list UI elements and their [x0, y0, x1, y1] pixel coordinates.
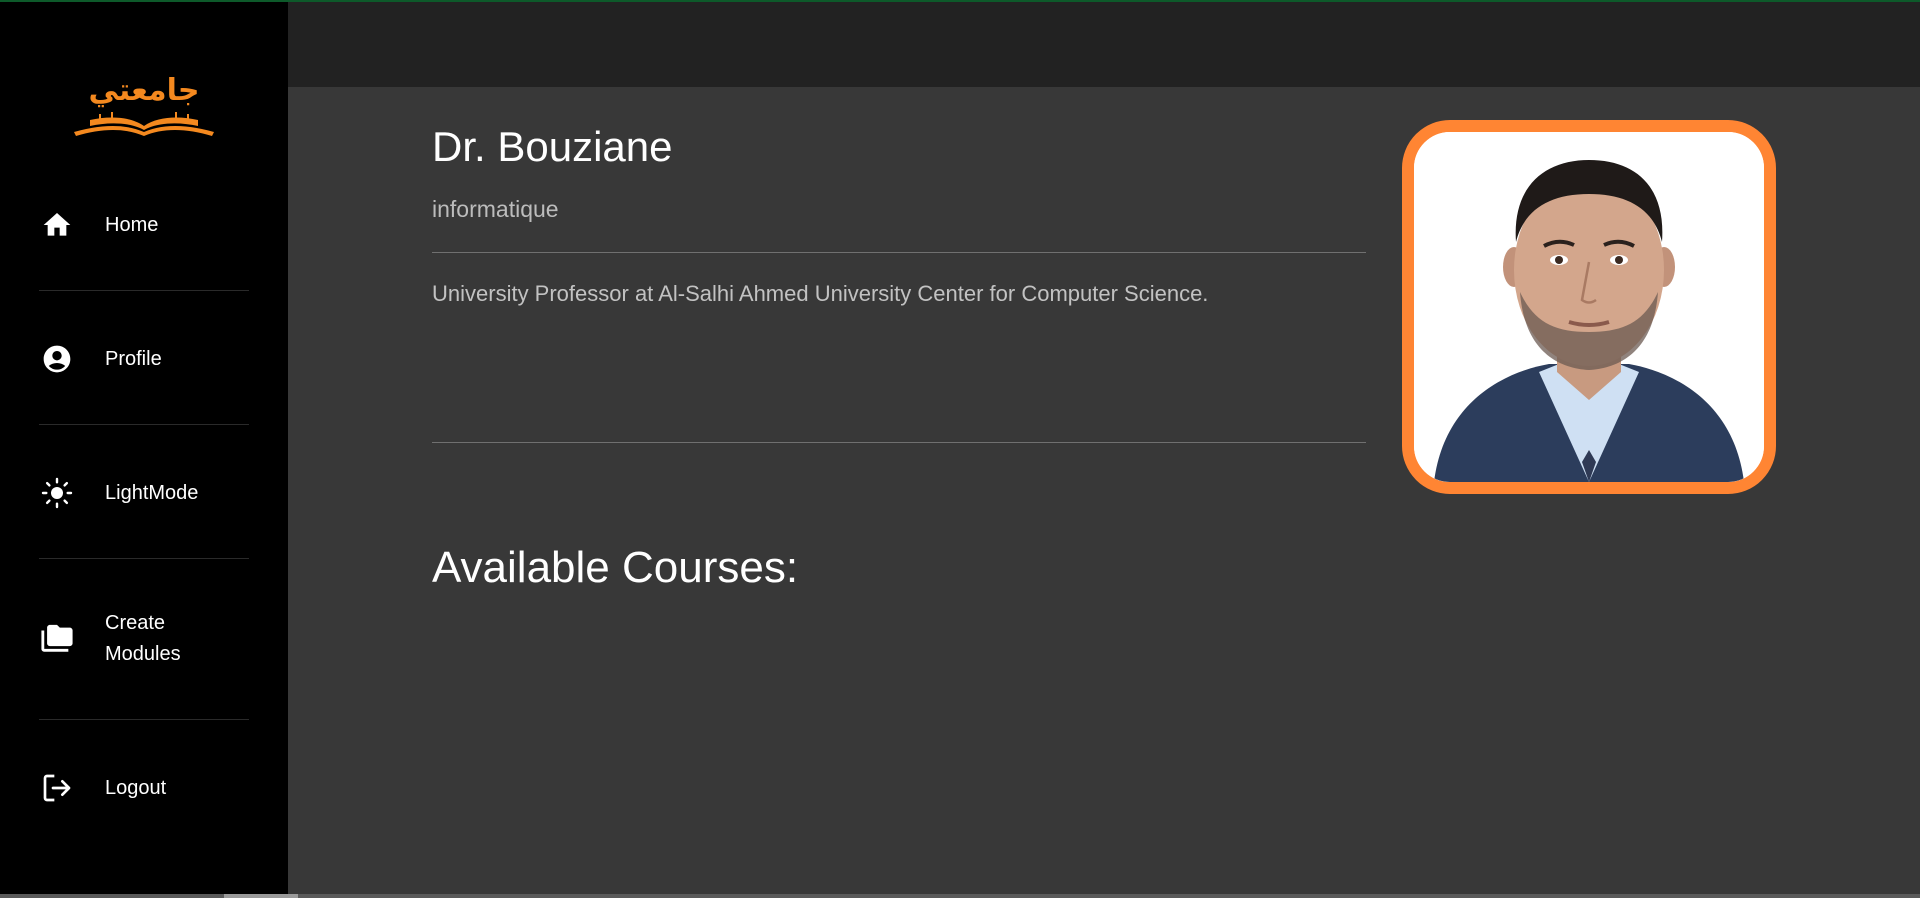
- sidebar-item-label: Logout: [105, 776, 167, 799]
- professor-bio: University Professor at Al-Salhi Ahmed U…: [432, 281, 1209, 306]
- horizontal-scrollbar[interactable]: [0, 894, 1920, 898]
- sun-icon: [39, 475, 75, 511]
- sidebar-item-label-line: Modules: [105, 643, 181, 665]
- professor-department: informatique: [432, 196, 559, 222]
- sidebar: جامعتي Home Profile LightMode Create Mod…: [0, 0, 288, 898]
- sidebar-item-label: Create Modules: [105, 608, 181, 670]
- folders-icon: [39, 621, 75, 657]
- logo-book-icon: جامعتي: [74, 73, 214, 136]
- sidebar-divider: [39, 424, 249, 425]
- app-logo[interactable]: جامعتي: [60, 70, 228, 146]
- sidebar-divider: [39, 558, 249, 559]
- sidebar-divider: [39, 719, 249, 720]
- profile-divider: [432, 442, 1366, 443]
- sidebar-item-label: Profile: [105, 347, 162, 370]
- account-circle-icon: [39, 341, 75, 377]
- sidebar-item-home[interactable]: Home: [39, 207, 249, 243]
- available-courses-heading: Available Courses:: [432, 543, 799, 592]
- sidebar-item-profile[interactable]: Profile: [39, 341, 249, 377]
- sidebar-item-label: LightMode: [105, 481, 199, 504]
- sidebar-item-logout[interactable]: Logout: [39, 770, 249, 806]
- top-bar: [288, 2, 1920, 87]
- home-icon: [39, 207, 75, 243]
- scrollbar-thumb[interactable]: [224, 894, 298, 898]
- profile-photo: [1402, 120, 1776, 494]
- sidebar-item-lightmode[interactable]: LightMode: [39, 475, 249, 511]
- top-accent-line: [0, 0, 1920, 2]
- sidebar-divider: [39, 290, 249, 291]
- sidebar-item-label-line: Create: [105, 612, 166, 634]
- avatar-portrait-icon: [1414, 132, 1764, 482]
- logout-icon: [39, 770, 75, 806]
- sidebar-item-create-modules[interactable]: Create Modules: [39, 608, 249, 670]
- professor-name: Dr. Bouziane: [432, 123, 673, 170]
- sidebar-item-label: Home: [105, 213, 159, 236]
- logo-text: جامعتي: [89, 73, 200, 108]
- profile-divider: [432, 252, 1366, 253]
